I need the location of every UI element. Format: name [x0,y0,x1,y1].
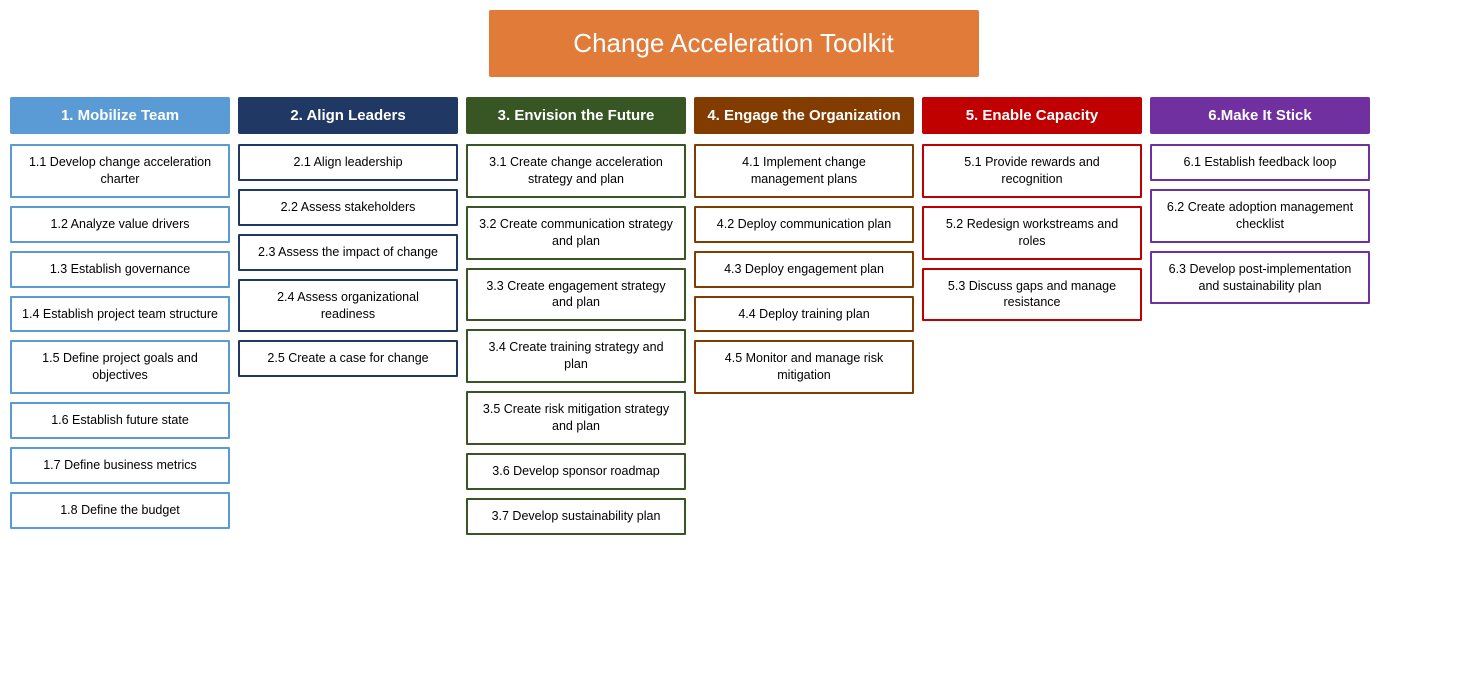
column-header-col3: 3. Envision the Future [466,97,686,134]
item-col6-2[interactable]: 6.2 Create adoption management checklist [1150,189,1370,243]
item-col2-1[interactable]: 2.1 Align leadership [238,144,458,181]
item-col5-1[interactable]: 5.1 Provide rewards and recognition [922,144,1142,198]
column-col1: 1. Mobilize Team 1.1 Develop change accel… [10,97,230,537]
item-col4-3[interactable]: 4.3 Deploy engagement plan [694,251,914,288]
columns-wrapper: 1. Mobilize Team 1.1 Develop change accel… [10,97,1457,543]
item-col5-3[interactable]: 5.3 Discuss gaps and manage resistance [922,268,1142,322]
item-col2-2[interactable]: 2.2 Assess stakeholders [238,189,458,226]
item-col3-3[interactable]: 3.3 Create engagement strategy and plan [466,268,686,322]
column-col3: 3. Envision the Future 3.1 Create change … [466,97,686,543]
column-col5: 5. Enable Capacity 5.1 Provide rewards an… [922,97,1142,329]
column-header-col4: 4. Engage the Organization [694,97,914,134]
item-col3-6[interactable]: 3.6 Develop sponsor roadmap [466,453,686,490]
item-col4-1[interactable]: 4.1 Implement change management plans [694,144,914,198]
item-col1-2[interactable]: 1.2 Analyze value drivers [10,206,230,243]
item-col5-2[interactable]: 5.2 Redesign workstreams and roles [922,206,1142,260]
item-col1-8[interactable]: 1.8 Define the budget [10,492,230,529]
column-col4: 4. Engage the Organization 4.1 Implement … [694,97,914,402]
column-header-col1: 1. Mobilize Team [10,97,230,134]
item-col1-5[interactable]: 1.5 Define project goals and objectives [10,340,230,394]
item-col2-3[interactable]: 2.3 Assess the impact of change [238,234,458,271]
page-title: Change Acceleration Toolkit [489,10,979,77]
item-col6-1[interactable]: 6.1 Establish feedback loop [1150,144,1370,181]
item-col3-5[interactable]: 3.5 Create risk mitigation strategy and … [466,391,686,445]
item-col3-1[interactable]: 3.1 Create change acceleration strategy … [466,144,686,198]
item-col2-5[interactable]: 2.5 Create a case for change [238,340,458,377]
item-col6-3[interactable]: 6.3 Develop post-implementation and sust… [1150,251,1370,305]
item-col1-3[interactable]: 1.3 Establish governance [10,251,230,288]
item-col3-2[interactable]: 3.2 Create communication strategy and pl… [466,206,686,260]
column-header-col5: 5. Enable Capacity [922,97,1142,134]
item-col1-1[interactable]: 1.1 Develop change acceleration charter [10,144,230,198]
item-col1-7[interactable]: 1.7 Define business metrics [10,447,230,484]
item-col3-4[interactable]: 3.4 Create training strategy and plan [466,329,686,383]
item-col2-4[interactable]: 2.4 Assess organizational readiness [238,279,458,333]
item-col4-5[interactable]: 4.5 Monitor and manage risk mitigation [694,340,914,394]
column-col2: 2. Align Leaders 2.1 Align leadership 2.2 … [238,97,458,385]
column-header-col2: 2. Align Leaders [238,97,458,134]
item-col3-7[interactable]: 3.7 Develop sustainability plan [466,498,686,535]
item-col4-2[interactable]: 4.2 Deploy communication plan [694,206,914,243]
page-container: Change Acceleration Toolkit 1. Mobilize … [0,0,1467,563]
item-col1-6[interactable]: 1.6 Establish future state [10,402,230,439]
item-col4-4[interactable]: 4.4 Deploy training plan [694,296,914,333]
column-header-col6: 6.Make It Stick [1150,97,1370,134]
column-col6: 6.Make It Stick 6.1 Establish feedback lo… [1150,97,1370,312]
item-col1-4[interactable]: 1.4 Establish project team structure [10,296,230,333]
